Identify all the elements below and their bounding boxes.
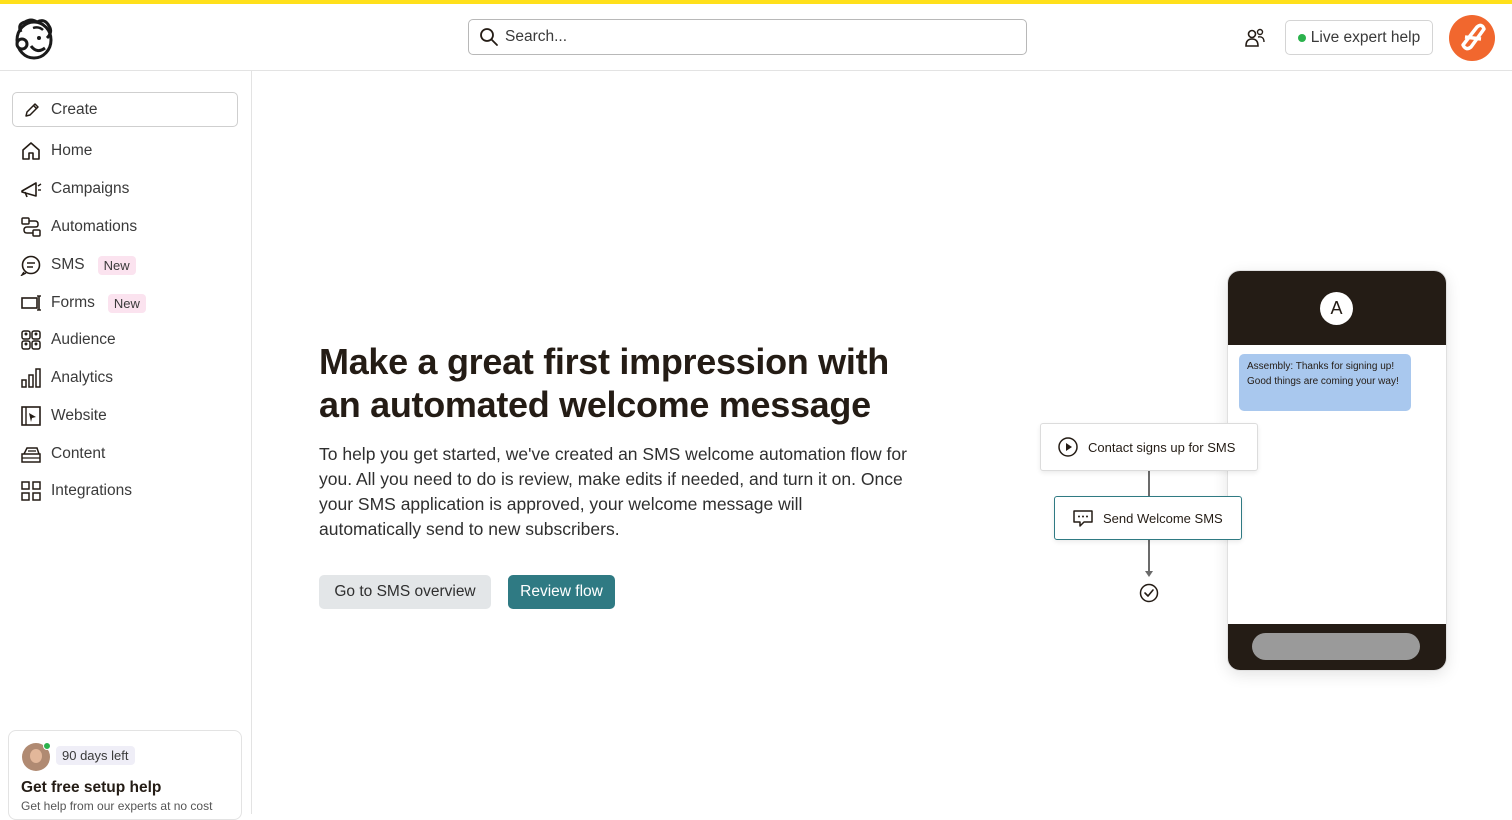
phone-footer <box>1228 624 1446 670</box>
sidebar-item-label: Website <box>51 407 107 424</box>
sidebar-item-label: Integrations <box>51 482 132 499</box>
search-input[interactable] <box>505 28 1005 46</box>
review-flow-button[interactable]: Review flow <box>508 575 615 609</box>
mailchimp-logo-icon[interactable] <box>13 16 55 60</box>
go-to-sms-overview-button[interactable]: Go to SMS overview <box>319 575 491 609</box>
search-icon <box>480 28 498 46</box>
phone-mockup: A Assembly: Thanks for signing up! Good … <box>1228 271 1446 670</box>
sidebar-item-label: Content <box>51 445 106 462</box>
create-label: Create <box>51 100 98 118</box>
sidebar-item-label: Automations <box>51 218 138 235</box>
sms-icon <box>20 254 42 276</box>
live-expert-help-label: Live expert help <box>1310 28 1421 46</box>
content-icon <box>20 443 42 465</box>
sidebar-item-label: Home <box>51 142 93 159</box>
user-avatar[interactable] <box>1449 15 1495 61</box>
sms-message-bubble: Assembly: Thanks for signing up! Good th… <box>1239 354 1411 411</box>
flow-arrow-icon <box>1144 571 1153 577</box>
days-left-badge: 90 days left <box>56 746 135 765</box>
sidebar-item-analytics[interactable]: Analytics <box>20 365 113 391</box>
search-box[interactable] <box>468 19 1027 55</box>
phone-header: A <box>1228 271 1446 345</box>
integrations-icon <box>20 480 42 502</box>
flow-action-step: Send Welcome SMS <box>1054 496 1242 540</box>
sidebar-item-label: Analytics <box>51 369 114 386</box>
play-icon <box>1058 437 1078 457</box>
forms-icon <box>20 292 42 314</box>
sidebar-item-home[interactable]: Home <box>20 138 92 164</box>
message-icon <box>1073 510 1093 527</box>
sidebar-item-audience[interactable]: Audience <box>20 327 116 353</box>
page-title: Make a great first impression with an au… <box>319 341 889 425</box>
check-circle-icon <box>1139 583 1159 603</box>
flow-connector-line <box>1148 471 1150 496</box>
automations-icon <box>20 216 42 238</box>
flow-action-label: Send Welcome SMS <box>1103 510 1223 526</box>
sidebar: Create Home Campaigns Automations SMS Ne… <box>0 71 252 820</box>
sidebar-item-website[interactable]: Website <box>20 403 107 429</box>
new-badge: New <box>107 293 146 313</box>
sidebar-item-forms[interactable]: Forms New <box>20 290 146 316</box>
sidebar-item-label: Audience <box>51 331 116 348</box>
create-button[interactable]: Create <box>12 92 238 127</box>
setup-help-subtitle: Get help from our experts at no cost <box>21 799 213 813</box>
sidebar-item-content[interactable]: Content <box>20 441 105 467</box>
setup-help-title: Get free setup help <box>21 779 162 796</box>
contact-avatar: A <box>1320 292 1353 325</box>
setup-help-card[interactable]: 90 days left Get free setup help Get hel… <box>8 730 242 820</box>
sidebar-item-label: Forms <box>51 294 95 311</box>
home-icon <box>20 140 42 162</box>
flow-connector-line <box>1148 540 1150 572</box>
online-status-icon <box>43 742 51 750</box>
website-icon <box>20 405 42 427</box>
pencil-icon <box>25 102 39 117</box>
flow-trigger-label: Contact signs up for SMS <box>1088 439 1236 455</box>
sidebar-item-label: SMS <box>51 256 85 273</box>
audience-icon <box>20 329 42 351</box>
online-status-icon <box>1297 33 1306 42</box>
sidebar-item-automations[interactable]: Automations <box>20 214 137 240</box>
analytics-icon <box>20 367 42 389</box>
new-badge: New <box>97 255 136 275</box>
megaphone-icon <box>20 178 42 200</box>
live-expert-help-button[interactable]: Live expert help <box>1285 20 1433 55</box>
page-description: To help you get started, we've created a… <box>319 444 907 539</box>
sidebar-item-label: Campaigns <box>51 180 130 197</box>
account-switcher-icon[interactable] <box>1243 26 1267 50</box>
message-input-pill <box>1252 633 1420 660</box>
sidebar-item-sms[interactable]: SMS New <box>20 252 136 278</box>
flow-trigger-step: Contact signs up for SMS <box>1040 423 1258 471</box>
sidebar-item-campaigns[interactable]: Campaigns <box>20 176 129 202</box>
top-bar: Live expert help <box>0 4 1512 71</box>
sidebar-item-integrations[interactable]: Integrations <box>20 478 132 504</box>
